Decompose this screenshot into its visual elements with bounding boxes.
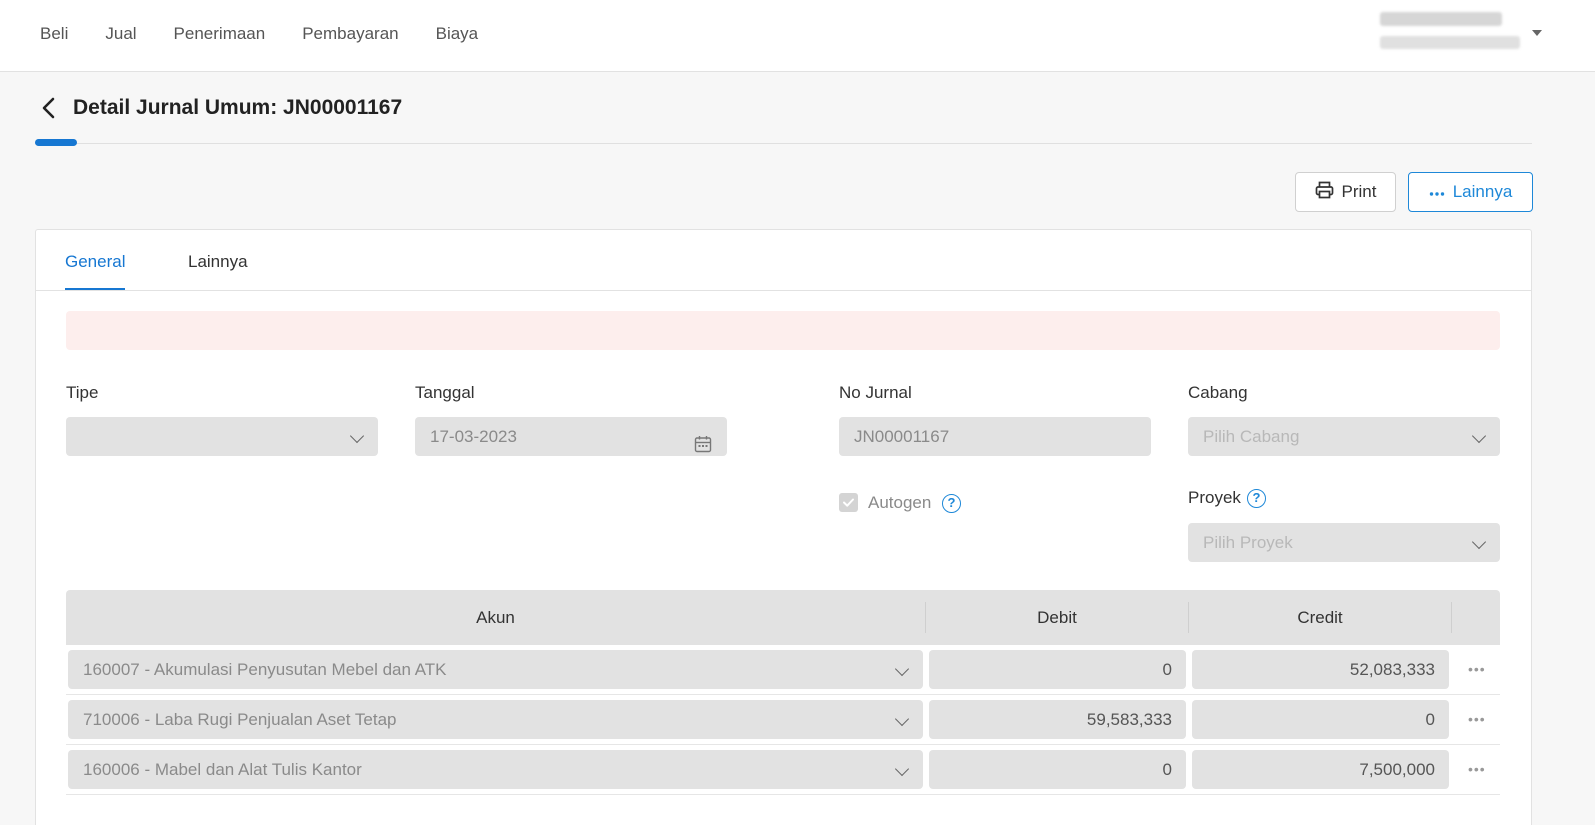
row-ellipsis-icon[interactable]: ••• [1468,762,1486,776]
nav-pembayaran[interactable]: Pembayaran [302,22,398,46]
nav-jual[interactable]: Jual [105,22,136,46]
chevron-down-icon [894,661,910,677]
no-jurnal-field[interactable]: JN00001167 [839,417,1151,456]
column-header-debit: Debit [1037,608,1077,627]
tipe-label: Tipe [66,383,99,402]
akun-select[interactable]: 160006 - Mabel dan Alat Tulis Kantor [68,750,923,789]
table-row: 160006 - Mabel dan Alat Tulis Kantor 0 7… [66,745,1500,795]
tanggal-label: Tanggal [415,383,475,402]
akun-select[interactable]: 160007 - Akumulasi Penyusutan Mebel dan … [68,650,923,689]
akun-value: 710006 - Laba Rugi Penjualan Aset Tetap [83,710,397,729]
title-accent-bar [35,139,77,146]
autogen-label: Autogen [868,493,932,512]
no-jurnal-value: JN00001167 [854,427,950,446]
no-jurnal-label: No Jurnal [839,383,912,402]
debit-field[interactable]: 59,583,333 [929,700,1186,739]
chevron-down-icon [1471,428,1487,444]
more-actions-button[interactable]: Lainnya [1408,172,1533,212]
more-actions-label: Lainnya [1452,182,1513,201]
tab-general[interactable]: General [65,250,125,274]
main-nav: Beli Jual Penerimaan Pembayaran Biaya [40,22,515,46]
tipe-select[interactable] [66,417,378,456]
page-title: Detail Jurnal Umum: JN00001167 [73,96,403,119]
nav-beli[interactable]: Beli [40,22,68,46]
credit-field[interactable]: 7,500,000 [1192,750,1449,789]
printer-icon [1315,181,1334,204]
cabang-select[interactable]: Pilih Cabang [1188,417,1500,456]
row-ellipsis-icon[interactable]: ••• [1468,712,1486,726]
caret-down-icon[interactable] [1532,30,1542,36]
print-button[interactable]: Print [1295,172,1396,212]
question-circle-icon[interactable]: ? [942,494,961,513]
tabs-divider [36,290,1531,291]
user-menu[interactable] [1380,12,1520,49]
calendar-icon[interactable] [694,428,712,467]
tanggal-value: 17-03-2023 [430,427,517,446]
title-divider [35,143,1532,144]
nav-penerimaan[interactable]: Penerimaan [174,22,266,46]
tab-lainnya[interactable]: Lainnya [188,250,248,274]
proyek-select[interactable]: Pilih Proyek [1188,523,1500,562]
cabang-label: Cabang [1188,383,1248,402]
debit-field[interactable]: 0 [929,650,1186,689]
column-separator [1451,602,1452,633]
cabang-placeholder: Pilih Cabang [1203,427,1300,446]
proyek-placeholder: Pilih Proyek [1203,533,1293,552]
akun-select[interactable]: 710006 - Laba Rugi Penjualan Aset Tetap [68,700,923,739]
user-name-blurred [1380,12,1502,26]
column-header-akun: Akun [476,608,515,627]
debit-field[interactable]: 0 [929,750,1186,789]
proyek-label: Proyek [1188,488,1241,507]
row-ellipsis-icon[interactable]: ••• [1468,662,1486,676]
autogen-checkbox[interactable] [839,493,858,512]
ellipsis-icon [1429,182,1445,202]
table-row: 710006 - Laba Rugi Penjualan Aset Tetap … [66,695,1500,745]
credit-field[interactable]: 52,083,333 [1192,650,1449,689]
question-circle-icon[interactable]: ? [1247,489,1266,508]
nav-biaya[interactable]: Biaya [436,22,479,46]
alert-banner [66,311,1500,350]
akun-value: 160006 - Mabel dan Alat Tulis Kantor [83,760,362,779]
user-email-blurred [1380,36,1520,49]
table-row: 160007 - Akumulasi Penyusutan Mebel dan … [66,645,1500,695]
print-label: Print [1341,182,1377,201]
journal-table-header: Akun Debit Credit [66,590,1500,645]
column-header-credit: Credit [1297,608,1343,627]
tanggal-field[interactable]: 17-03-2023 [415,417,727,456]
chevron-down-icon [1471,534,1487,550]
chevron-down-icon [894,711,910,727]
credit-field[interactable]: 0 [1192,700,1449,739]
chevron-down-icon [894,761,910,777]
top-navbar: Beli Jual Penerimaan Pembayaran Biaya [0,0,1595,72]
chevron-down-icon [349,428,365,444]
akun-value: 160007 - Akumulasi Penyusutan Mebel dan … [83,660,447,679]
back-icon[interactable] [38,95,60,121]
